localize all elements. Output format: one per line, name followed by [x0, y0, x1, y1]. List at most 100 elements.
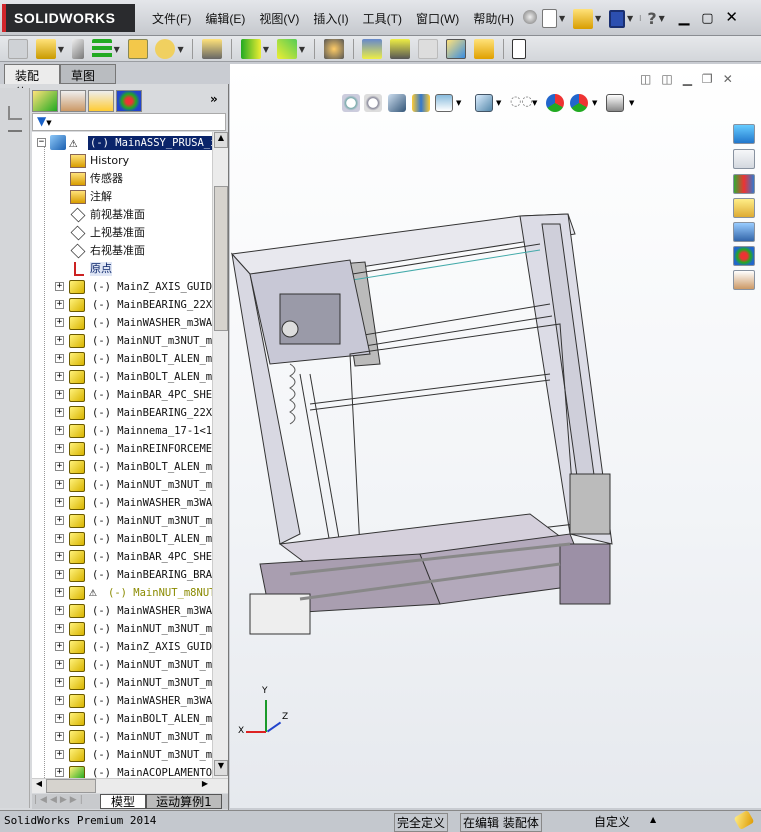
- measure-icon[interactable]: [445, 39, 466, 59]
- menu-edit[interactable]: 编辑(E): [198, 10, 252, 27]
- tree-item-component[interactable]: + (-) MainNUT_m3NUT_m3: [32, 728, 212, 746]
- tab-sketch[interactable]: 草图: [60, 64, 116, 84]
- view-palette-icon[interactable]: [733, 222, 755, 242]
- tree-item-component[interactable]: + (-) MainBOLT_ALEN_m3: [32, 368, 212, 386]
- tree-item-folder[interactable]: History: [32, 152, 212, 170]
- scroll-thumb[interactable]: [214, 186, 228, 331]
- collapse-icon[interactable]: −: [37, 138, 46, 147]
- expand-icon[interactable]: +: [55, 678, 64, 687]
- viewport-restore-icon[interactable]: ❐: [702, 72, 723, 86]
- custom-properties-icon[interactable]: [733, 270, 755, 290]
- tree-item-component[interactable]: + (-) MainZ_AXIS_GUIDE: [32, 278, 212, 296]
- menu-view[interactable]: 视图(V): [252, 10, 306, 27]
- close-icon[interactable]: ✕: [725, 8, 738, 26]
- tree-item-component[interactable]: + (-) MainWASHER_m3WAS: [32, 314, 212, 332]
- help-icon[interactable]: ?: [647, 9, 656, 28]
- expand-icon[interactable]: +: [55, 372, 64, 381]
- units-dropdown-icon[interactable]: ▲: [650, 815, 656, 824]
- display-manager-tab-icon[interactable]: [116, 90, 142, 112]
- tree-item-component[interactable]: + (-) MainREINFORCEMEN: [32, 440, 212, 458]
- expand-icon[interactable]: +: [55, 354, 64, 363]
- pin-icon[interactable]: [522, 10, 537, 24]
- expand-icon[interactable]: +: [55, 408, 64, 417]
- tab-assembly[interactable]: 装配体: [4, 64, 60, 100]
- tree-item-component[interactable]: + ⚠ (-) MainNUT_m8NUT_: [32, 584, 212, 602]
- solidworks-resources-icon[interactable]: [733, 124, 755, 144]
- options-icon[interactable]: ⁝: [639, 14, 642, 23]
- scroll-down-icon[interactable]: ▼: [214, 760, 228, 776]
- minimize-icon[interactable]: ▁: [679, 10, 690, 26]
- feature-tree-tab-icon[interactable]: [32, 90, 58, 112]
- explode-line-icon[interactable]: [390, 39, 411, 59]
- maximize-icon[interactable]: ▢: [701, 11, 713, 26]
- tree-horizontal-scrollbar[interactable]: ◀ ▶: [32, 778, 228, 793]
- scroll-right-icon[interactable]: ▶: [198, 779, 212, 793]
- file-explorer-icon[interactable]: [733, 198, 755, 218]
- tab-model[interactable]: 模型: [100, 794, 146, 809]
- expand-icon[interactable]: +: [55, 318, 64, 327]
- smart-fastener-icon[interactable]: [127, 39, 148, 59]
- expand-icon[interactable]: +: [55, 660, 64, 669]
- save-icon[interactable]: [608, 9, 625, 28]
- expand-icon[interactable]: +: [55, 444, 64, 453]
- zoom-to-area-icon[interactable]: [364, 94, 382, 112]
- expand-icon[interactable]: +: [55, 606, 64, 615]
- tree-item-folder[interactable]: 注解: [32, 188, 212, 206]
- tree-item-component[interactable]: + (-) MainBEARING_22X8: [32, 404, 212, 422]
- tag-icon[interactable]: [733, 809, 755, 831]
- tree-item-component[interactable]: + (-) MainBEARING_22X8: [32, 296, 212, 314]
- tree-item-reference[interactable]: 原点: [32, 260, 212, 278]
- filter-icon[interactable]: ▼: [37, 114, 46, 128]
- menu-help[interactable]: 帮助(H): [466, 10, 521, 27]
- tree-item-folder[interactable]: 传感器: [32, 170, 212, 188]
- expand-icon[interactable]: +: [55, 624, 64, 633]
- view-settings-icon[interactable]: [606, 94, 624, 112]
- mate-icon[interactable]: [71, 39, 84, 59]
- menu-tools[interactable]: 工具(T): [356, 10, 409, 27]
- split-left-icon[interactable]: ◫: [640, 72, 661, 86]
- assembly-features-icon[interactable]: [240, 39, 261, 59]
- property-manager-tab-icon[interactable]: [60, 90, 86, 112]
- insert-component-icon[interactable]: [8, 39, 28, 59]
- display-style-icon[interactable]: [475, 94, 493, 112]
- tree-item-component[interactable]: + (-) MainZ_AXIS_GUIDE: [32, 638, 212, 656]
- expand-icon[interactable]: +: [55, 768, 64, 777]
- printer-model[interactable]: [230, 204, 650, 684]
- expand-icon[interactable]: +: [55, 714, 64, 723]
- new-document-icon[interactable]: [542, 9, 557, 28]
- tree-item-component[interactable]: + (-) MainBOLT_ALEN_m3: [32, 710, 212, 728]
- expand-icon[interactable]: +: [55, 570, 64, 579]
- expand-chevron-icon[interactable]: »: [210, 92, 218, 106]
- expand-icon[interactable]: +: [55, 462, 64, 471]
- appearances-icon[interactable]: [733, 246, 755, 266]
- expand-icon[interactable]: +: [55, 552, 64, 561]
- tree-item-component[interactable]: + (-) MainNUT_m3NUT_m3: [32, 512, 212, 530]
- expand-icon[interactable]: +: [55, 642, 64, 651]
- expand-icon[interactable]: +: [55, 588, 64, 597]
- units-selector[interactable]: 自定义: [594, 813, 630, 830]
- graphics-area[interactable]: ◫◫▁❐✕ ◌◌ ▼ ▼ ▼ ▼ ▼ Y X Z: [230, 64, 761, 808]
- menu-window[interactable]: 窗口(W): [409, 10, 466, 27]
- open-component-icon[interactable]: [35, 39, 56, 59]
- tab-motion-study[interactable]: 运动算例1: [146, 794, 222, 809]
- expand-icon[interactable]: +: [55, 480, 64, 489]
- reference-geometry-icon[interactable]: [276, 39, 297, 59]
- check-icon[interactable]: [473, 39, 494, 59]
- tree-item-component[interactable]: + (-) MainNUT_m3NUT_m3: [32, 332, 212, 350]
- tab-nav-arrows-icon[interactable]: |◀◀▶▶|: [34, 795, 86, 805]
- tree-item-component[interactable]: + (-) MainNUT_m3NUT_m3: [32, 620, 212, 638]
- tree-item-component[interactable]: + (-) MainNUT_m3NUT_m3: [32, 674, 212, 692]
- show-hidden-icon[interactable]: [202, 39, 223, 59]
- split-right-icon[interactable]: ◫: [661, 72, 682, 86]
- menu-file[interactable]: 文件(F): [145, 10, 198, 27]
- section-view-icon[interactable]: [412, 94, 430, 112]
- hscroll-thumb[interactable]: [46, 779, 96, 793]
- sketch-icon[interactable]: [8, 106, 22, 120]
- edit-appearance-icon[interactable]: [546, 94, 564, 112]
- design-library-icon[interactable]: [733, 174, 755, 194]
- tree-item-reference[interactable]: 右视基准面: [32, 242, 212, 260]
- expand-icon[interactable]: +: [55, 282, 64, 291]
- open-folder-icon[interactable]: [572, 8, 593, 29]
- tree-item-reference[interactable]: 前视基准面: [32, 206, 212, 224]
- filter-bar[interactable]: ▼▼: [32, 113, 226, 131]
